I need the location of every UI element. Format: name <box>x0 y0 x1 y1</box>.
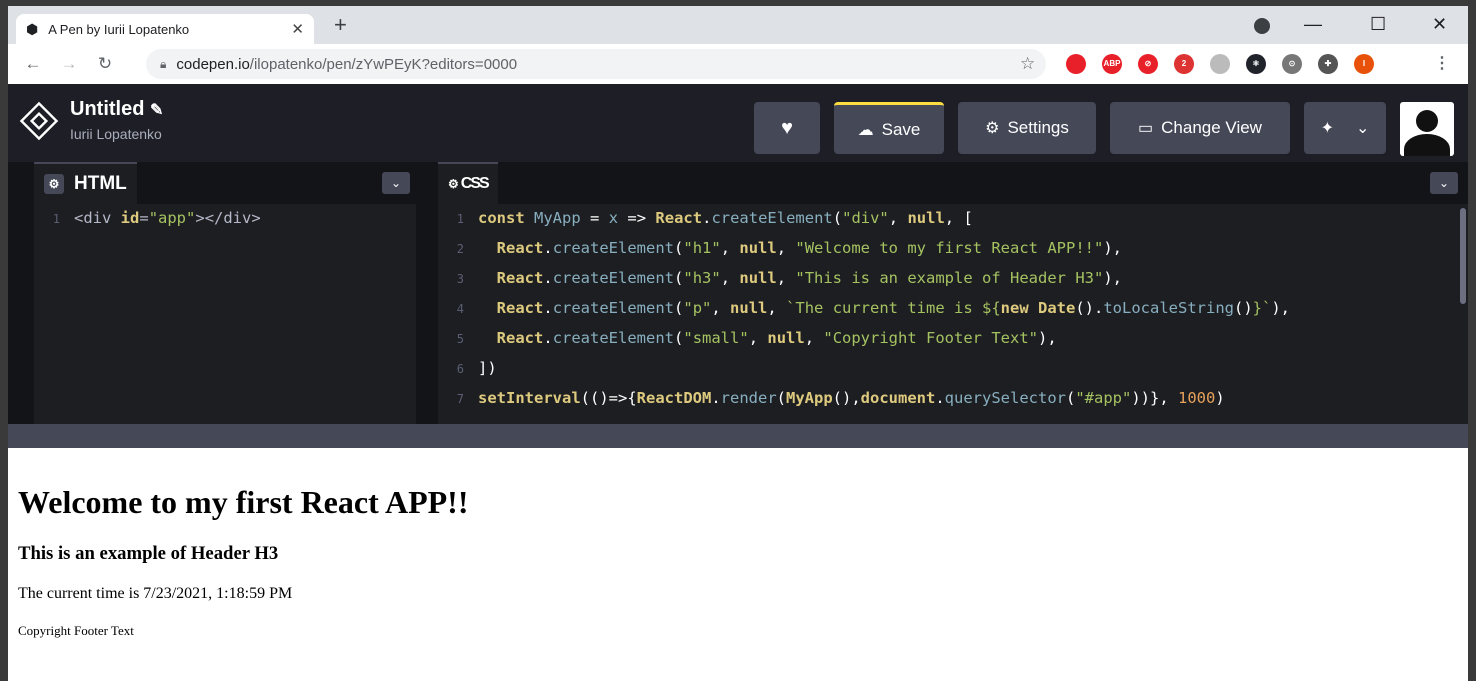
line-number: 2 <box>456 242 464 256</box>
js-pane-header: ⚙ CSS ⌄ <box>438 162 1468 204</box>
js-tab[interactable]: ⚙ CSS <box>438 162 498 204</box>
bookmark-star-icon[interactable]: ☆ <box>1020 54 1035 74</box>
code-line: <div id="app"></div> <box>74 209 261 227</box>
close-window-button[interactable]: ✕ <box>1432 14 1447 35</box>
result-preview: Welcome to my first React APP!! This is … <box>8 448 1468 681</box>
html-collapse-chevron-icon[interactable]: ⌄ <box>382 172 410 194</box>
save-label: Save <box>881 119 921 139</box>
chevron-down-icon[interactable]: ⌄ <box>1356 118 1369 138</box>
code-line: React.createElement("small", null, "Copy… <box>496 329 1057 347</box>
avatar-body <box>1404 134 1450 156</box>
pen-title[interactable]: Untitled ✎ <box>70 98 163 121</box>
codepen-header: Untitled ✎ Iurii Lopatenko ♥ ☁ Save ⚙ Se… <box>8 84 1468 162</box>
js-code[interactable]: 1 const MyApp = x => React.createElement(… <box>438 204 1290 414</box>
reload-icon[interactable]: ↻ <box>94 54 116 74</box>
editors-area: ⚙ HTML ⌄ 1 <div id="app"></div> ⚙ CSS ⌄ 1c… <box>8 162 1468 424</box>
pencil-edit-icon[interactable]: ✎ <box>150 102 163 119</box>
love-button[interactable]: ♥ <box>754 102 820 154</box>
js-settings-gear-icon[interactable]: ⚙ <box>448 177 459 191</box>
html-editor-pane: ⚙ HTML ⌄ 1 <div id="app"></div> <box>34 162 416 424</box>
line-number: 3 <box>456 272 464 286</box>
preview-time: The current time is 7/23/2021, 1:18:59 P… <box>18 585 293 602</box>
user-avatar[interactable] <box>1400 102 1454 156</box>
maximize-button[interactable]: ☐ <box>1370 14 1386 35</box>
browser-tab[interactable]: ⬢ A Pen by Iurii Lopatenko ✕ <box>16 14 314 44</box>
html-tab-label: HTML <box>74 173 127 194</box>
browser-window: ⬢ A Pen by Iurii Lopatenko ✕ + — ☐ ✕ ← →… <box>8 6 1468 681</box>
block-icon[interactable]: ⊘ <box>1138 54 1158 74</box>
html-code[interactable]: 1 <div id="app"></div> <box>34 204 261 234</box>
line-number: 5 <box>456 332 464 346</box>
save-button[interactable]: ☁ Save <box>834 102 944 154</box>
pin-icon[interactable]: ✦ <box>1321 118 1334 138</box>
js-editor-pane: ⚙ CSS ⌄ 1 const MyApp = x => React.createE… <box>438 162 1468 424</box>
abp-icon[interactable]: ABP <box>1102 54 1122 74</box>
settings-button[interactable]: ⚙ Settings <box>958 102 1096 154</box>
line-number: 4 <box>456 302 464 316</box>
html-settings-gear-icon[interactable]: ⚙ <box>44 174 64 194</box>
lock-icon: 🔒︎ <box>160 56 167 71</box>
gear-icon: ⚙ <box>985 120 1000 137</box>
profile-icon[interactable]: I <box>1354 54 1374 74</box>
tab-title: A Pen by Iurii Lopatenko <box>48 21 190 37</box>
preview-footer: Copyright Footer Text <box>18 623 134 638</box>
change-view-button[interactable]: ▭ Change View <box>1110 102 1290 154</box>
line-number: 1 <box>456 212 464 226</box>
code-line: ]) <box>478 359 497 377</box>
editor-scrollbar[interactable] <box>1460 208 1466 304</box>
pen-title-text: Untitled <box>70 98 145 120</box>
code-line: setInterval(()=>{ReactDOM.render(MyApp()… <box>478 389 1225 407</box>
line-number: 6 <box>456 362 464 376</box>
codepen-favicon-icon: ⬢ <box>26 20 39 37</box>
tab-close-icon[interactable]: ✕ <box>291 20 304 38</box>
forward-arrow-icon[interactable]: → <box>58 54 80 74</box>
ext-badge-icon[interactable]: 2 <box>1174 54 1194 74</box>
ublock-icon[interactable] <box>1066 54 1086 74</box>
pin-button-group[interactable]: ✦ ⌄ <box>1304 102 1386 154</box>
ext-dots-icon[interactable]: ⊙ <box>1282 54 1302 74</box>
back-arrow-icon[interactable]: ← <box>22 54 44 74</box>
js-collapse-chevron-icon[interactable]: ⌄ <box>1430 172 1458 194</box>
code-line: const MyApp = x => React.createElement("… <box>478 209 973 227</box>
code-line: React.createElement("h3", null, "This is… <box>496 269 1122 287</box>
preview-resizer[interactable] <box>8 424 1468 448</box>
html-pane-header: ⚙ HTML ⌄ <box>34 162 416 204</box>
line-number: 1 <box>52 212 60 226</box>
new-tab-button[interactable]: + <box>334 12 347 38</box>
js-tab-label: CSS <box>460 175 490 192</box>
tab-strip: ⬢ A Pen by Iurii Lopatenko ✕ + — ☐ ✕ <box>8 6 1468 44</box>
url-path: /ilopatenko/pen/zYwPEyK?editors=0000 <box>249 55 518 73</box>
settings-label: Settings <box>1007 118 1069 137</box>
kebab-menu-icon[interactable]: ⋮ <box>1432 54 1452 74</box>
react-devtools-icon[interactable]: ⚛ <box>1246 54 1266 74</box>
preview-h1: Welcome to my first React APP!! <box>18 484 469 520</box>
code-line: React.createElement("h1", null, "Welcome… <box>496 239 1122 257</box>
tab-search-icon[interactable] <box>1254 18 1270 34</box>
address-bar[interactable]: 🔒︎ codepen.io/ilopatenko/pen/zYwPEyK?edi… <box>146 49 1046 79</box>
cloud-icon: ☁ <box>857 121 874 139</box>
puzzle-icon[interactable]: ✚ <box>1318 54 1338 74</box>
avatar-head <box>1416 110 1438 132</box>
minimize-button[interactable]: — <box>1304 14 1322 35</box>
codepen-logo-icon[interactable] <box>19 101 59 141</box>
pen-author[interactable]: Iurii Lopatenko <box>70 126 162 142</box>
ext-grey-icon[interactable] <box>1210 54 1230 74</box>
heart-icon: ♥ <box>781 116 793 139</box>
html-tab[interactable]: ⚙ HTML <box>34 162 137 204</box>
layout-icon: ▭ <box>1138 120 1154 137</box>
code-line: React.createElement("p", null, `The curr… <box>496 299 1291 317</box>
url-host: codepen.io <box>176 55 250 73</box>
change-view-label: Change View <box>1161 118 1262 137</box>
browser-toolbar: ← → ↻ 🔒︎ codepen.io/ilopatenko/pen/zYwPE… <box>8 44 1468 84</box>
preview-h3: This is an example of Header H3 <box>18 543 279 564</box>
line-number: 7 <box>456 392 464 406</box>
